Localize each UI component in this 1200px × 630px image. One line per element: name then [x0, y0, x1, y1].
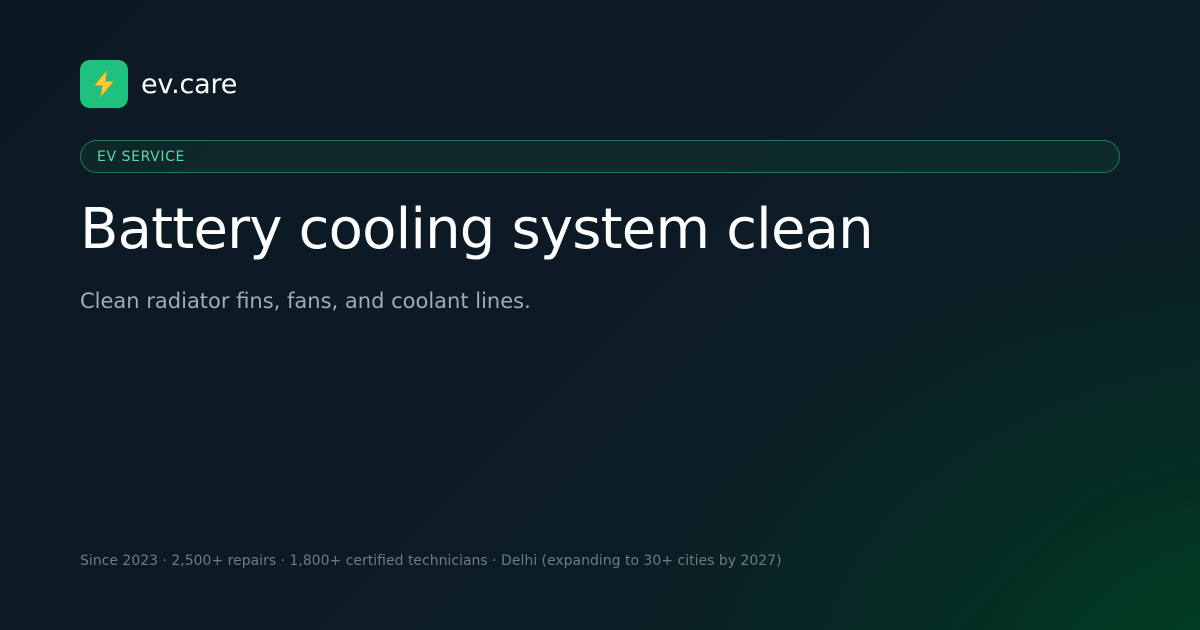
category-badge: EV SERVICE	[80, 140, 1120, 173]
lightning-bolt-icon	[94, 71, 114, 97]
footer-meta: Since 2023 · 2,500+ repairs · 1,800+ cer…	[80, 553, 782, 569]
brand: ev.care	[80, 60, 237, 108]
brand-name: ev.care	[141, 68, 238, 100]
brand-logo	[80, 60, 128, 108]
category-label: EV SERVICE	[97, 148, 185, 165]
page-subtitle: Clean radiator fins, fans, and coolant l…	[80, 289, 531, 313]
page-title: Battery cooling system clean	[80, 197, 874, 262]
